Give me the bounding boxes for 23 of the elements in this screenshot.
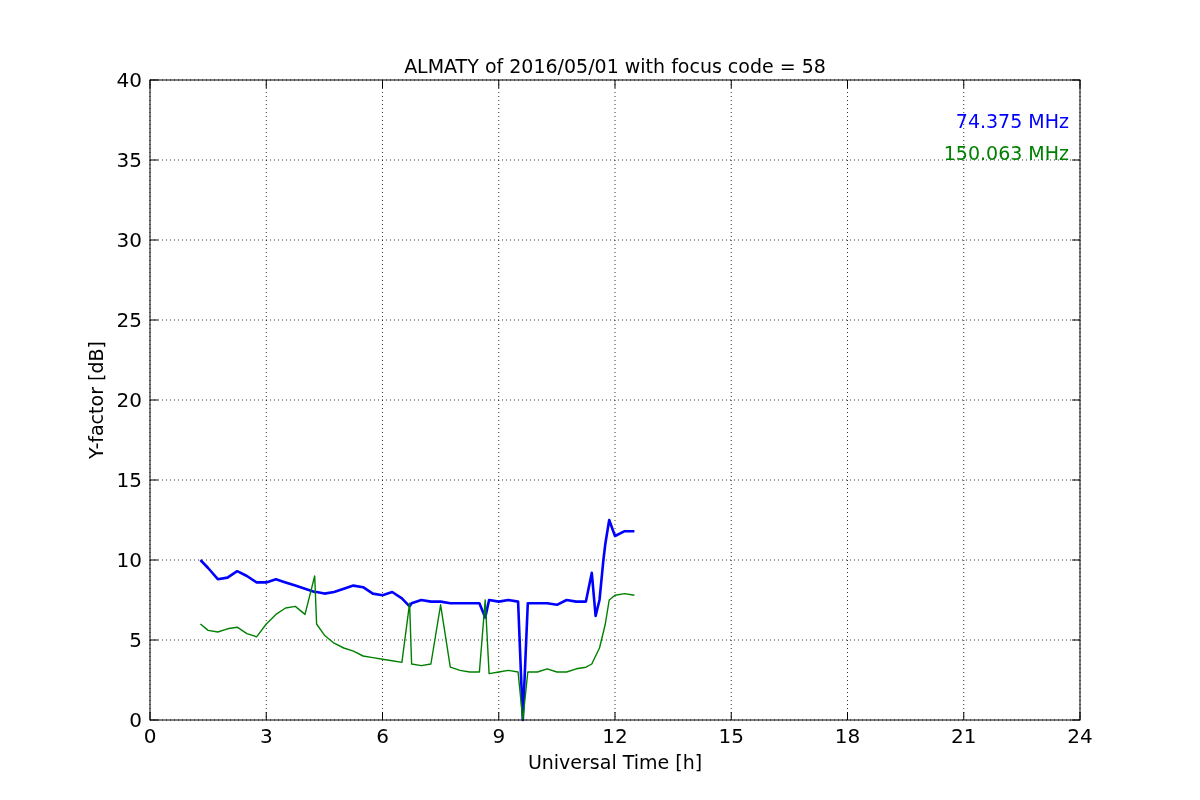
y-tick-label: 5 bbox=[129, 628, 142, 652]
x-tick-label: 15 bbox=[718, 724, 744, 748]
y-tick-label: 25 bbox=[116, 308, 142, 332]
y-tick-label: 10 bbox=[116, 548, 142, 572]
x-tick-label: 6 bbox=[376, 724, 389, 748]
y-tick-label: 40 bbox=[116, 68, 142, 92]
chart-title: ALMATY of 2016/05/01 with focus code = 58 bbox=[404, 55, 826, 77]
y-tick-label: 0 bbox=[129, 708, 142, 732]
x-tick-label: 3 bbox=[259, 724, 273, 748]
x-axis-label: Universal Time [h] bbox=[527, 751, 703, 773]
x-tick-label: 21 bbox=[951, 724, 977, 748]
y-tick-label: 20 bbox=[116, 388, 142, 412]
y-axis-label: Y-factor [dB] bbox=[85, 341, 107, 459]
x-tick-label: 9 bbox=[492, 724, 506, 748]
y-tick-label: 35 bbox=[116, 148, 142, 172]
series-label: 150.063 MHz bbox=[943, 142, 1069, 164]
y-tick-label: 30 bbox=[116, 228, 142, 252]
y-tick-label: 15 bbox=[116, 468, 142, 492]
x-tick-label: 12 bbox=[602, 724, 628, 748]
x-tick-label: 24 bbox=[1067, 724, 1093, 748]
x-tick-label: 18 bbox=[834, 724, 861, 748]
series-label: 74.375 MHz bbox=[955, 110, 1069, 132]
x-tick-label: 0 bbox=[143, 724, 157, 748]
